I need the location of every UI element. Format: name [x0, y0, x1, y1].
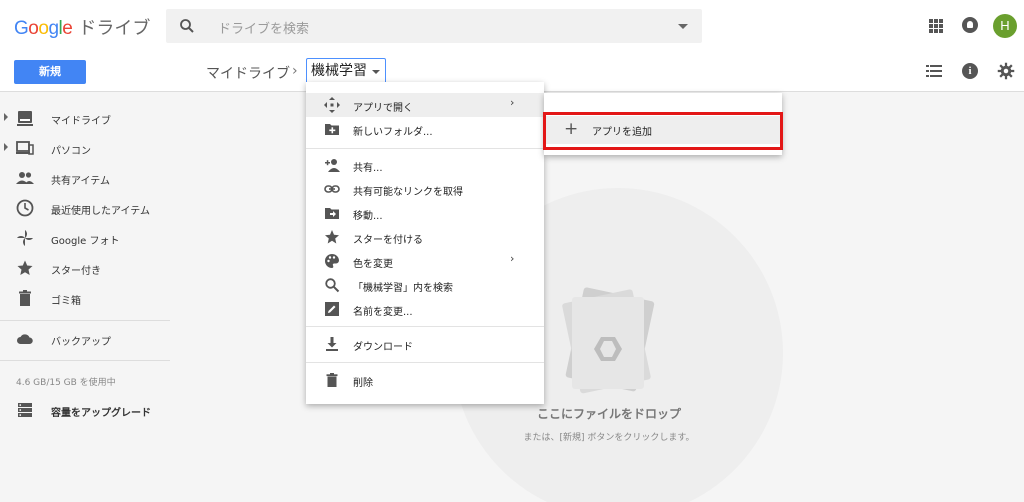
notifications-icon[interactable]: [962, 17, 978, 33]
drive-logo[interactable]: Google ドライブ: [14, 14, 150, 40]
link-icon: [324, 185, 340, 193]
search-options-dropdown-icon[interactable]: [678, 24, 688, 29]
sidebar-item-photos[interactable]: Google フォト: [0, 223, 170, 253]
avatar[interactable]: H: [993, 14, 1017, 38]
storage-icon: [18, 403, 32, 417]
menu-item-move[interactable]: 移動...: [306, 201, 544, 225]
chevron-down-icon: [372, 70, 380, 74]
list-view-icon[interactable]: [926, 65, 942, 77]
chevron-right-icon: ›: [510, 96, 515, 109]
menu-divider: [306, 362, 544, 363]
sidebar-item-label: Google フォト: [51, 236, 120, 247]
sidebar-item-starred[interactable]: スター付き: [0, 253, 170, 283]
expand-triangle-icon[interactable]: [4, 113, 8, 121]
trash-icon: [326, 373, 338, 387]
sidebar-divider: [0, 360, 170, 361]
drop-zone-subtitle: または、[新規] ボタンをクリックします。: [523, 433, 695, 443]
google-wordmark: Google: [14, 18, 73, 39]
computer-icon: [16, 141, 34, 155]
my-drive-icon: [17, 111, 33, 126]
add-folder-icon: [325, 124, 339, 135]
sidebar-divider: [0, 320, 170, 321]
download-icon: [326, 337, 338, 351]
chevron-right-icon: ›: [510, 252, 515, 265]
expand-triangle-icon[interactable]: [4, 143, 8, 151]
sidebar-item-label: 最近使用したアイテム: [51, 206, 150, 217]
current-folder-label: 機械学習: [311, 63, 367, 79]
clock-icon: [16, 199, 34, 217]
info-icon[interactable]: i: [962, 63, 978, 79]
sidebar-item-upgrade-storage[interactable]: 容量をアップグレード: [0, 395, 170, 425]
menu-item-change-color[interactable]: 色を変更 ›: [306, 249, 544, 273]
app-name: ドライブ: [78, 18, 151, 39]
add-person-icon: [325, 159, 340, 172]
sidebar-item-label: スター付き: [51, 266, 101, 277]
people-icon: [16, 172, 34, 184]
menu-item-label: 「機械学習」内を検索: [353, 283, 453, 294]
sidebar-item-label: ゴミ箱: [51, 296, 81, 307]
top-bar: Google ドライブ ドライブを検索 H: [0, 0, 1024, 52]
star-icon: [17, 260, 33, 275]
breadcrumb-current-folder[interactable]: 機械学習: [306, 58, 386, 84]
apps-grid-icon[interactable]: [929, 19, 943, 33]
sidebar-item-label: 容量をアップグレード: [51, 408, 151, 419]
search-bar[interactable]: ドライブを検索: [166, 9, 702, 43]
search-icon: [325, 278, 340, 293]
folder-context-menu: アプリで開く › 新しいフォルダ... 共有... 共有可能なリンクを取得 移動…: [306, 82, 544, 404]
menu-item-label: 共有可能なリンクを取得: [353, 187, 463, 198]
menu-item-delete[interactable]: 削除: [306, 368, 544, 392]
trash-icon: [19, 290, 31, 306]
sidebar-item-computers[interactable]: パソコン: [0, 133, 170, 163]
menu-item-label: スターを付ける: [353, 235, 423, 246]
search-icon: [180, 19, 194, 33]
storage-usage-text: 4.6 GB/15 GB を使用中: [16, 378, 116, 388]
menu-item-open-with[interactable]: アプリで開く ›: [306, 93, 544, 117]
menu-item-get-link[interactable]: 共有可能なリンクを取得: [306, 177, 544, 201]
edit-icon: [325, 302, 339, 316]
menu-divider: [306, 148, 544, 149]
sidebar-item-recent[interactable]: 最近使用したアイテム: [0, 193, 170, 223]
menu-item-new-folder[interactable]: 新しいフォルダ...: [306, 117, 544, 141]
menu-item-label: 新しいフォルダ...: [353, 127, 433, 138]
new-button[interactable]: 新規: [14, 60, 86, 84]
annotation-highlight-box: [543, 112, 783, 150]
menu-item-share[interactable]: 共有...: [306, 153, 544, 177]
drop-zone-title: ここにファイルをドロップ: [536, 407, 681, 421]
menu-item-label: 色を変更: [353, 259, 393, 270]
sidebar-item-label: バックアップ: [51, 337, 111, 348]
sidebar-item-label: パソコン: [51, 146, 91, 157]
menu-item-label: 削除: [353, 378, 373, 389]
drive-files-illustration-icon: [562, 287, 655, 394]
gear-icon[interactable]: [997, 62, 1015, 80]
menu-item-label: アプリで開く: [353, 103, 413, 114]
menu-item-label: 共有...: [353, 163, 383, 174]
move-arrows-icon: [324, 97, 340, 113]
menu-item-label: 移動...: [353, 211, 383, 222]
palette-icon: [325, 254, 339, 268]
sidebar-item-label: マイドライブ: [51, 116, 111, 127]
menu-divider: [306, 326, 544, 327]
menu-item-search-in-folder[interactable]: 「機械学習」内を検索: [306, 273, 544, 297]
menu-item-label: 名前を変更...: [353, 307, 413, 318]
star-icon: [325, 230, 339, 244]
breadcrumb-separator: ›: [292, 63, 298, 79]
menu-item-add-star[interactable]: スターを付ける: [306, 225, 544, 249]
search-placeholder[interactable]: ドライブを検索: [218, 18, 309, 37]
sidebar-item-label: 共有アイテム: [51, 176, 110, 187]
sidebar-item-trash[interactable]: ゴミ箱: [0, 283, 170, 313]
menu-item-download[interactable]: ダウンロード: [306, 332, 544, 356]
cloud-icon: [17, 334, 33, 344]
menu-item-rename[interactable]: 名前を変更...: [306, 297, 544, 321]
pinwheel-icon: [17, 230, 33, 246]
sidebar-item-shared[interactable]: 共有アイテム: [0, 163, 170, 193]
sidebar: マイドライブ パソコン 共有アイテム 最近使用したアイテム Google フォト…: [0, 92, 170, 502]
sidebar-item-my-drive[interactable]: マイドライブ: [0, 103, 170, 133]
breadcrumb-my-drive[interactable]: マイドライブ: [206, 63, 290, 83]
sidebar-item-backup[interactable]: バックアップ: [0, 324, 170, 354]
menu-item-label: ダウンロード: [353, 342, 413, 353]
move-folder-icon: [325, 208, 339, 219]
